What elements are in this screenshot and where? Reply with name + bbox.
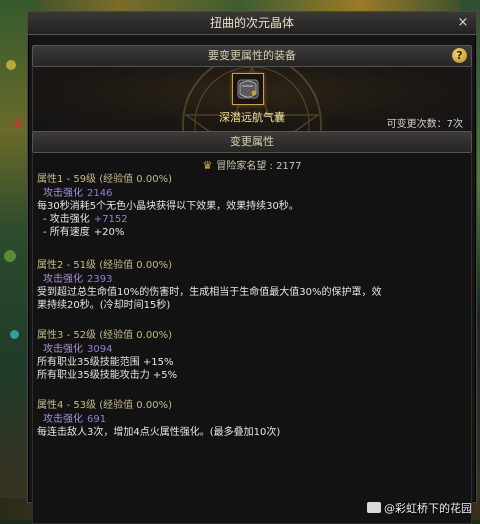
sub-speed-value: +20% — [93, 227, 125, 238]
sub-attack-value: +7152 — [93, 214, 128, 225]
window-titlebar[interactable]: 扭曲的次元晶体 × — [28, 12, 476, 35]
equip-section-title: 要变更属性的装备 — [208, 49, 296, 62]
attack-value: 691 — [87, 414, 107, 425]
attribute-1-attack: 攻击强化 2146 — [37, 187, 465, 200]
airbag-item-icon — [237, 79, 259, 99]
attribute-4-desc-1: 每连击敌人3次，增加4点火属性强化。(最多叠加10次) — [37, 427, 281, 438]
crown-icon: ♛ — [202, 159, 213, 172]
weibo-logo-icon — [367, 502, 381, 513]
attribute-3-desc-2: 所有职业35级技能攻击力 +5% — [37, 370, 178, 381]
equip-section-header: 要变更属性的装备 ? — [32, 45, 472, 67]
attribute-4-attack: 攻击强化 691 — [37, 413, 465, 426]
attack-label: 攻击强化 — [43, 344, 83, 355]
attribute-2[interactable]: 属性2 - 51级 (经验值 0.00%) 攻击强化 2393 受到超过总生命值1… — [37, 259, 465, 312]
change-section-header: 变更属性 — [32, 131, 472, 153]
change-count: 可变更次数：7次 — [386, 119, 463, 130]
attack-value: 2146 — [87, 188, 113, 199]
attribute-1-desc: 每30秒消耗5个无色小晶块获得以下效果，效果持续30秒。 — [37, 201, 299, 212]
attack-label: 攻击强化 — [43, 274, 83, 285]
sub-attack-label: - 攻击强化 — [43, 214, 90, 225]
watermark: @彩虹桥下的花园 — [367, 500, 472, 516]
attribute-3-title: 属性3 - 52级 (经验值 0.00%) — [37, 330, 172, 341]
attribute-2-title: 属性2 - 51级 (经验值 0.00%) — [37, 260, 172, 271]
attribute-3-attack: 攻击强化 3094 — [37, 343, 465, 356]
equip-area: 深潜远航气囊 可变更次数：7次 — [32, 67, 472, 131]
attribute-2-desc-1: 受到超过总生命值10%的伤害时，生成相当于生命值最大值30%的保护罩，效 — [37, 287, 382, 298]
attribute-4[interactable]: 属性4 - 53级 (经验值 0.00%) 攻击强化 691 每连击敌人3次，增加… — [37, 399, 465, 439]
attribute-3-desc-1: 所有职业35级技能范围 +15% — [37, 357, 174, 368]
background-light — [10, 330, 19, 339]
attribute-list: ♛ 冒险家名望 : 2177 属性1 - 59级 (经验值 0.00%) 攻击强化… — [32, 153, 472, 524]
attribute-1[interactable]: 属性1 - 59级 (经验值 0.00%) 攻击强化 2146 每30秒消耗5个无… — [37, 173, 465, 239]
reputation-display: ♛ 冒险家名望 : 2177 — [33, 157, 471, 172]
attribute-3[interactable]: 属性3 - 52级 (经验值 0.00%) 攻击强化 3094 所有职业35级技能… — [37, 329, 465, 382]
reputation-label: 冒险家名望 : 2177 — [216, 161, 302, 172]
attribute-1-sub-speed: - 所有速度 +20% — [37, 226, 465, 239]
background-light — [4, 250, 16, 262]
watermark-text: @彩虹桥下的花园 — [384, 502, 472, 515]
attack-label: 攻击强化 — [43, 414, 83, 425]
window-title: 扭曲的次元晶体 — [209, 16, 294, 30]
attribute-2-attack: 攻击强化 2393 — [37, 273, 465, 286]
attribute-1-title: 属性1 - 59级 (经验值 0.00%) — [37, 174, 172, 185]
sub-speed-label: - 所有速度 — [43, 227, 90, 238]
change-section-title: 变更属性 — [230, 135, 274, 148]
attack-label: 攻击强化 — [43, 188, 83, 199]
background-light — [6, 60, 16, 70]
close-icon[interactable]: × — [456, 12, 470, 34]
attack-value: 2393 — [87, 274, 113, 285]
background-light — [14, 120, 22, 128]
equipment-slot[interactable] — [232, 73, 264, 105]
help-icon[interactable]: ? — [452, 48, 467, 63]
attribute-2-desc-2: 果持续20秒。(冷却时间15秒) — [37, 300, 171, 311]
attack-value: 3094 — [87, 344, 113, 355]
dimension-crystal-window: 扭曲的次元晶体 × 要变更属性的装备 ? 深潜远航气囊 可变更次数：7次 变更属… — [27, 11, 477, 524]
attribute-1-sub-attack: - 攻击强化 +7152 — [37, 213, 465, 226]
attribute-4-title: 属性4 - 53级 (经验值 0.00%) — [37, 400, 172, 411]
